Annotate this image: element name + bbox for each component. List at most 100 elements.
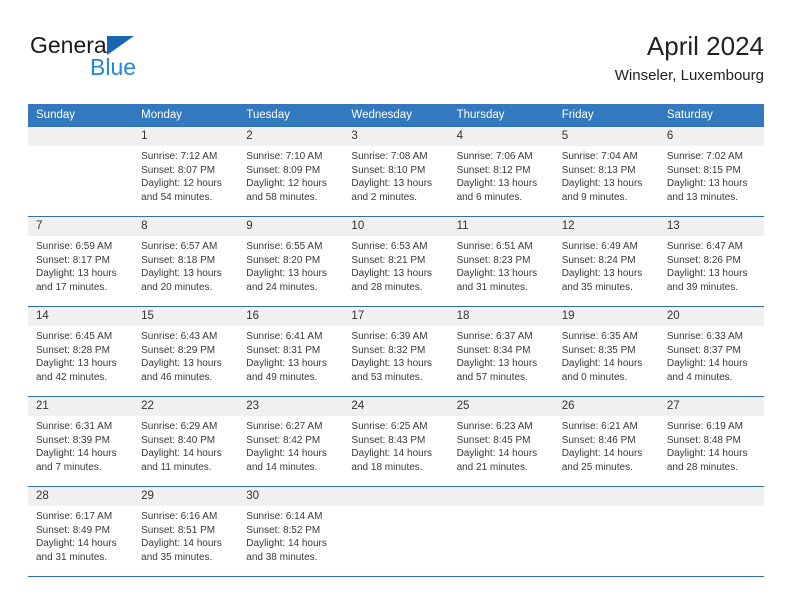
daylight-text-line1: Daylight: 12 hours [246, 178, 327, 190]
sunset-text: Sunset: 8:18 PM [141, 254, 216, 266]
daylight-text-line1: Daylight: 12 hours [141, 178, 222, 190]
day-details: Sunrise: 6:29 AM Sunset: 8:40 PM Daylight:… [133, 416, 238, 474]
sunrise-text: Sunrise: 6:45 AM [36, 331, 113, 342]
calendar-day-cell[interactable]: 25 Sunrise: 6:23 AM Sunset: 8:45 PM Dayligh… [448, 396, 554, 487]
sunset-text: Sunset: 8:46 PM [561, 434, 636, 446]
day-details: Sunrise: 6:53 AM Sunset: 8:21 PM Daylight:… [343, 236, 448, 294]
daylight-text-line1: Daylight: 13 hours [456, 358, 538, 370]
calendar-day-cell[interactable]: 12 Sunrise: 6:49 AM Sunset: 8:24 PM Dayligh… [553, 216, 659, 307]
day-details: Sunrise: 6:21 AM Sunset: 8:46 PM Daylight:… [554, 416, 659, 474]
sunset-text: Sunset: 8:26 PM [666, 254, 741, 266]
calendar-day-cell[interactable]: 2 Sunrise: 7:10 AM Sunset: 8:09 PM Daylight… [238, 126, 344, 217]
calendar-day-cell[interactable]: 23 Sunrise: 6:27 AM Sunset: 8:42 PM Dayligh… [238, 396, 344, 487]
calendar-day-cell[interactable]: 4 Sunrise: 7:06 AM Sunset: 8:12 PM Daylight… [448, 126, 554, 217]
day-details: Sunrise: 6:57 AM Sunset: 8:18 PM Daylight:… [133, 236, 238, 294]
calendar-cell-empty [658, 486, 764, 577]
calendar-day-cell[interactable]: 1 Sunrise: 7:12 AM Sunset: 8:07 PM Daylight… [133, 126, 239, 217]
calendar-week-row: 21 Sunrise: 6:31 AM Sunset: 8:39 PM Dayligh… [28, 396, 764, 487]
daylight-text-line2: and 11 minutes. [141, 461, 212, 473]
day-details [659, 506, 764, 510]
calendar-day-cell[interactable]: 13 Sunrise: 6:47 AM Sunset: 8:26 PM Dayligh… [658, 216, 764, 307]
daylight-text-line1: Daylight: 14 hours [666, 448, 748, 460]
day-number: 29 [133, 487, 239, 506]
sunrise-text: Sunrise: 6:27 AM [246, 421, 323, 432]
day-details: Sunrise: 7:08 AM Sunset: 8:10 PM Daylight:… [343, 146, 448, 204]
daylight-text-line1: Daylight: 14 hours [246, 538, 327, 550]
sunset-text: Sunset: 8:45 PM [456, 434, 531, 446]
daylight-text-line2: and 35 minutes. [141, 551, 213, 563]
sunset-text: Sunset: 8:17 PM [36, 254, 110, 266]
daylight-text-line2: and 35 minutes. [561, 281, 633, 293]
calendar-day-cell[interactable]: 18 Sunrise: 6:37 AM Sunset: 8:34 PM Dayligh… [448, 306, 554, 397]
calendar-day-cell[interactable]: 22 Sunrise: 6:29 AM Sunset: 8:40 PM Dayligh… [133, 396, 239, 487]
sunrise-text: Sunrise: 6:25 AM [351, 421, 428, 432]
calendar-day-cell[interactable]: 27 Sunrise: 6:19 AM Sunset: 8:48 PM Dayligh… [658, 396, 764, 487]
sunrise-text: Sunrise: 6:16 AM [141, 511, 218, 522]
calendar-day-cell[interactable]: 7 Sunrise: 6:59 AM Sunset: 8:17 PM Daylight… [28, 216, 134, 307]
daylight-text-line2: and 42 minutes. [36, 371, 108, 383]
day-details: Sunrise: 6:19 AM Sunset: 8:48 PM Daylight:… [659, 416, 764, 474]
calendar-table: Sunday Monday Tuesday Wednesday Thursday… [28, 104, 764, 577]
calendar-day-cell[interactable]: 14 Sunrise: 6:45 AM Sunset: 8:28 PM Dayligh… [28, 306, 134, 397]
sunset-text: Sunset: 8:20 PM [246, 254, 321, 266]
sunset-text: Sunset: 8:51 PM [141, 524, 216, 536]
calendar-day-cell[interactable]: 8 Sunrise: 6:57 AM Sunset: 8:18 PM Daylight… [133, 216, 239, 307]
day-details: Sunrise: 6:35 AM Sunset: 8:35 PM Daylight:… [554, 326, 659, 384]
daylight-text-line1: Daylight: 14 hours [36, 448, 117, 460]
calendar-day-cell[interactable]: 11 Sunrise: 6:51 AM Sunset: 8:23 PM Dayligh… [448, 216, 554, 307]
daylight-text-line2: and 38 minutes. [246, 551, 318, 563]
calendar-day-cell[interactable]: 29 Sunrise: 6:16 AM Sunset: 8:51 PM Dayligh… [133, 486, 239, 577]
sunset-text: Sunset: 8:09 PM [246, 164, 321, 176]
day-details: Sunrise: 6:49 AM Sunset: 8:24 PM Daylight:… [554, 236, 659, 294]
daylight-text-line2: and 31 minutes. [456, 281, 528, 293]
sunset-text: Sunset: 8:12 PM [456, 164, 531, 176]
calendar-day-cell[interactable]: 6 Sunrise: 7:02 AM Sunset: 8:15 PM Daylight… [658, 126, 764, 217]
sunset-text: Sunset: 8:42 PM [246, 434, 321, 446]
daylight-text-line1: Daylight: 13 hours [666, 178, 748, 190]
page-title: April 2024 [646, 31, 764, 61]
daylight-text-line2: and 17 minutes. [36, 281, 108, 293]
daylight-text-line1: Daylight: 13 hours [561, 178, 643, 190]
sunrise-text: Sunrise: 6:19 AM [666, 421, 743, 432]
daylight-text-line1: Daylight: 14 hours [561, 358, 643, 370]
daylight-text-line1: Daylight: 13 hours [666, 268, 748, 280]
sunset-text: Sunset: 8:31 PM [246, 344, 321, 356]
day-number [343, 487, 449, 506]
daylight-text-line1: Daylight: 14 hours [141, 448, 222, 460]
calendar-day-cell[interactable]: 5 Sunrise: 7:04 AM Sunset: 8:13 PM Daylight… [553, 126, 659, 217]
calendar-day-cell[interactable]: 19 Sunrise: 6:35 AM Sunset: 8:35 PM Dayligh… [553, 306, 659, 397]
day-details: Sunrise: 6:16 AM Sunset: 8:51 PM Daylight:… [133, 506, 238, 564]
sunset-text: Sunset: 8:10 PM [351, 164, 426, 176]
calendar-day-cell[interactable]: 24 Sunrise: 6:25 AM Sunset: 8:43 PM Dayligh… [343, 396, 449, 487]
sunrise-text: Sunrise: 7:06 AM [456, 151, 533, 162]
calendar-day-cell[interactable]: 3 Sunrise: 7:08 AM Sunset: 8:10 PM Daylight… [343, 126, 449, 217]
day-number: 6 [658, 127, 764, 146]
calendar-day-cell[interactable]: 28 Sunrise: 6:17 AM Sunset: 8:49 PM Dayligh… [28, 486, 134, 577]
calendar-cell-empty [343, 486, 449, 577]
day-number: 21 [28, 397, 134, 416]
daylight-text-line2: and 0 minutes. [561, 371, 628, 383]
calendar-cell-empty [553, 486, 659, 577]
calendar-day-cell[interactable]: 17 Sunrise: 6:39 AM Sunset: 8:32 PM Dayligh… [343, 306, 449, 397]
sunset-text: Sunset: 8:13 PM [561, 164, 636, 176]
calendar-day-cell[interactable]: 16 Sunrise: 6:41 AM Sunset: 8:31 PM Dayligh… [238, 306, 344, 397]
day-number: 10 [343, 217, 449, 236]
brand-logo[interactable]: General Blue [30, 32, 210, 88]
calendar-day-cell[interactable]: 30 Sunrise: 6:14 AM Sunset: 8:52 PM Dayligh… [238, 486, 344, 577]
sunrise-text: Sunrise: 6:47 AM [666, 241, 743, 252]
daylight-text-line2: and 49 minutes. [246, 371, 318, 383]
daylight-text-line2: and 6 minutes. [456, 191, 523, 203]
day-details: Sunrise: 6:39 AM Sunset: 8:32 PM Daylight:… [343, 326, 448, 384]
daylight-text-line2: and 7 minutes. [36, 461, 102, 473]
calendar-day-cell[interactable]: 15 Sunrise: 6:43 AM Sunset: 8:29 PM Dayligh… [133, 306, 239, 397]
calendar-day-cell[interactable]: 10 Sunrise: 6:53 AM Sunset: 8:21 PM Dayligh… [343, 216, 449, 307]
daylight-text-line1: Daylight: 13 hours [141, 358, 222, 370]
calendar-day-cell[interactable]: 9 Sunrise: 6:55 AM Sunset: 8:20 PM Daylight… [238, 216, 344, 307]
weekday-header-thursday: Thursday [448, 104, 554, 127]
weekday-header-sunday: Sunday [28, 104, 134, 127]
calendar-day-cell[interactable]: 26 Sunrise: 6:21 AM Sunset: 8:46 PM Dayligh… [553, 396, 659, 487]
calendar-day-cell[interactable]: 21 Sunrise: 6:31 AM Sunset: 8:39 PM Dayligh… [28, 396, 134, 487]
day-number: 27 [658, 397, 764, 416]
calendar-day-cell[interactable]: 20 Sunrise: 6:33 AM Sunset: 8:37 PM Dayligh… [658, 306, 764, 397]
daylight-text-line1: Daylight: 13 hours [456, 268, 538, 280]
